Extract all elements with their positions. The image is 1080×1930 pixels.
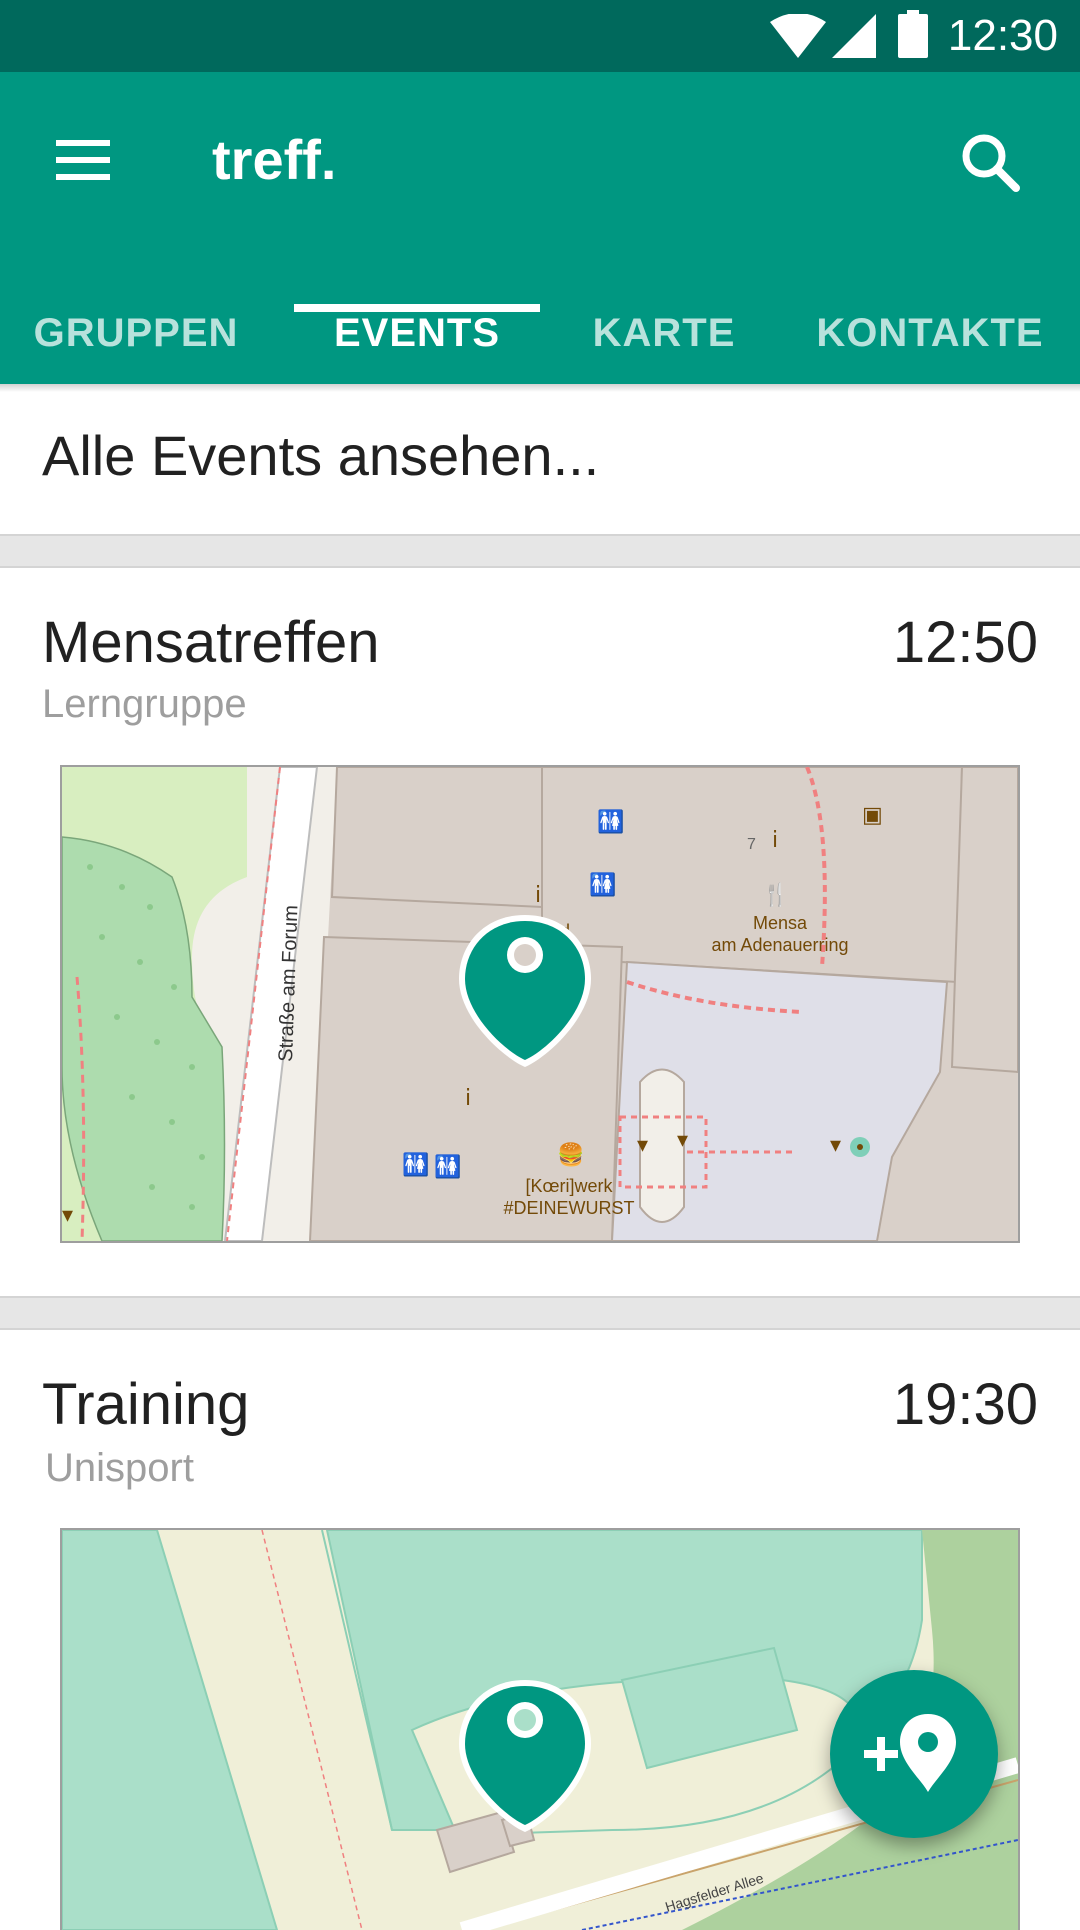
app-title: treff. (212, 128, 337, 191)
event-map[interactable]: Straße am Forum 🚻 🚻 🚻 🚻 ▣ i i i 🍴 🍔 ▾ ▾ … (62, 767, 1018, 1241)
tab-kontakte[interactable]: KONTAKTE (792, 282, 1068, 384)
signal-icon (832, 14, 876, 58)
event-time: 19:30 (892, 1372, 1038, 1437)
map-koeri-label-2: #DEINEWURST (503, 1198, 634, 1218)
svg-text:▣: ▣ (862, 803, 883, 828)
svg-text:▾: ▾ (62, 1203, 73, 1228)
svg-text:i: i (535, 883, 541, 908)
map-mensa-label-2: am Adenauerring (711, 935, 848, 955)
map-image: Straße am Forum 🚻 🚻 🚻 🚻 ▣ i i i 🍴 🍔 ▾ ▾ … (62, 767, 1018, 1241)
battery-icon (898, 10, 928, 58)
see-all-events-link[interactable]: Alle Events ansehen... (42, 420, 599, 492)
tab-bar: GRUPPEN EVENTS KARTE KONTAKTE (0, 282, 1080, 384)
event-group: Unisport (45, 1446, 194, 1490)
add-location-button[interactable] (830, 1670, 998, 1838)
map-koeri-label: [Kœri]werk (526, 1176, 614, 1196)
svg-text:▾: ▾ (637, 1133, 648, 1158)
svg-text:🍔: 🍔 (557, 1142, 584, 1168)
app-bar-shadow (0, 384, 1080, 392)
tab-events[interactable]: EVENTS (294, 282, 540, 384)
menu-icon[interactable] (40, 116, 128, 204)
svg-text:🚻: 🚻 (434, 1154, 461, 1180)
svg-text:🚻: 🚻 (402, 1152, 429, 1178)
event-time: 12:50 (892, 610, 1038, 675)
map-number-label: 7 (747, 836, 756, 853)
tab-indicator (294, 304, 540, 312)
status-time: 12:30 (947, 11, 1058, 60)
add-location-icon (864, 1714, 956, 1792)
status-bar: 12:30 (0, 0, 1080, 72)
svg-text:i: i (465, 1086, 471, 1111)
section-divider (0, 1296, 1080, 1330)
svg-text:🚻: 🚻 (589, 872, 616, 898)
app-bar: treff. GRUPPEN EVENTS KARTE KONTAKTE (0, 72, 1080, 384)
event-title: Training (42, 1372, 250, 1437)
search-icon[interactable] (944, 116, 1040, 212)
svg-text:i: i (772, 828, 778, 853)
map-mensa-label: Mensa (753, 913, 808, 933)
svg-text:🚻: 🚻 (597, 809, 624, 835)
wifi-icon (770, 14, 826, 58)
section-divider (0, 534, 1080, 568)
svg-text:🍴: 🍴 (762, 882, 789, 908)
tab-gruppen[interactable]: GRUPPEN (0, 282, 272, 384)
event-group: Lerngruppe (42, 682, 247, 726)
event-title: Mensatreffen (42, 610, 380, 675)
svg-text:▾: ▾ (677, 1128, 688, 1153)
svg-text:▾: ▾ (830, 1133, 841, 1158)
tab-karte[interactable]: KARTE (560, 282, 768, 384)
